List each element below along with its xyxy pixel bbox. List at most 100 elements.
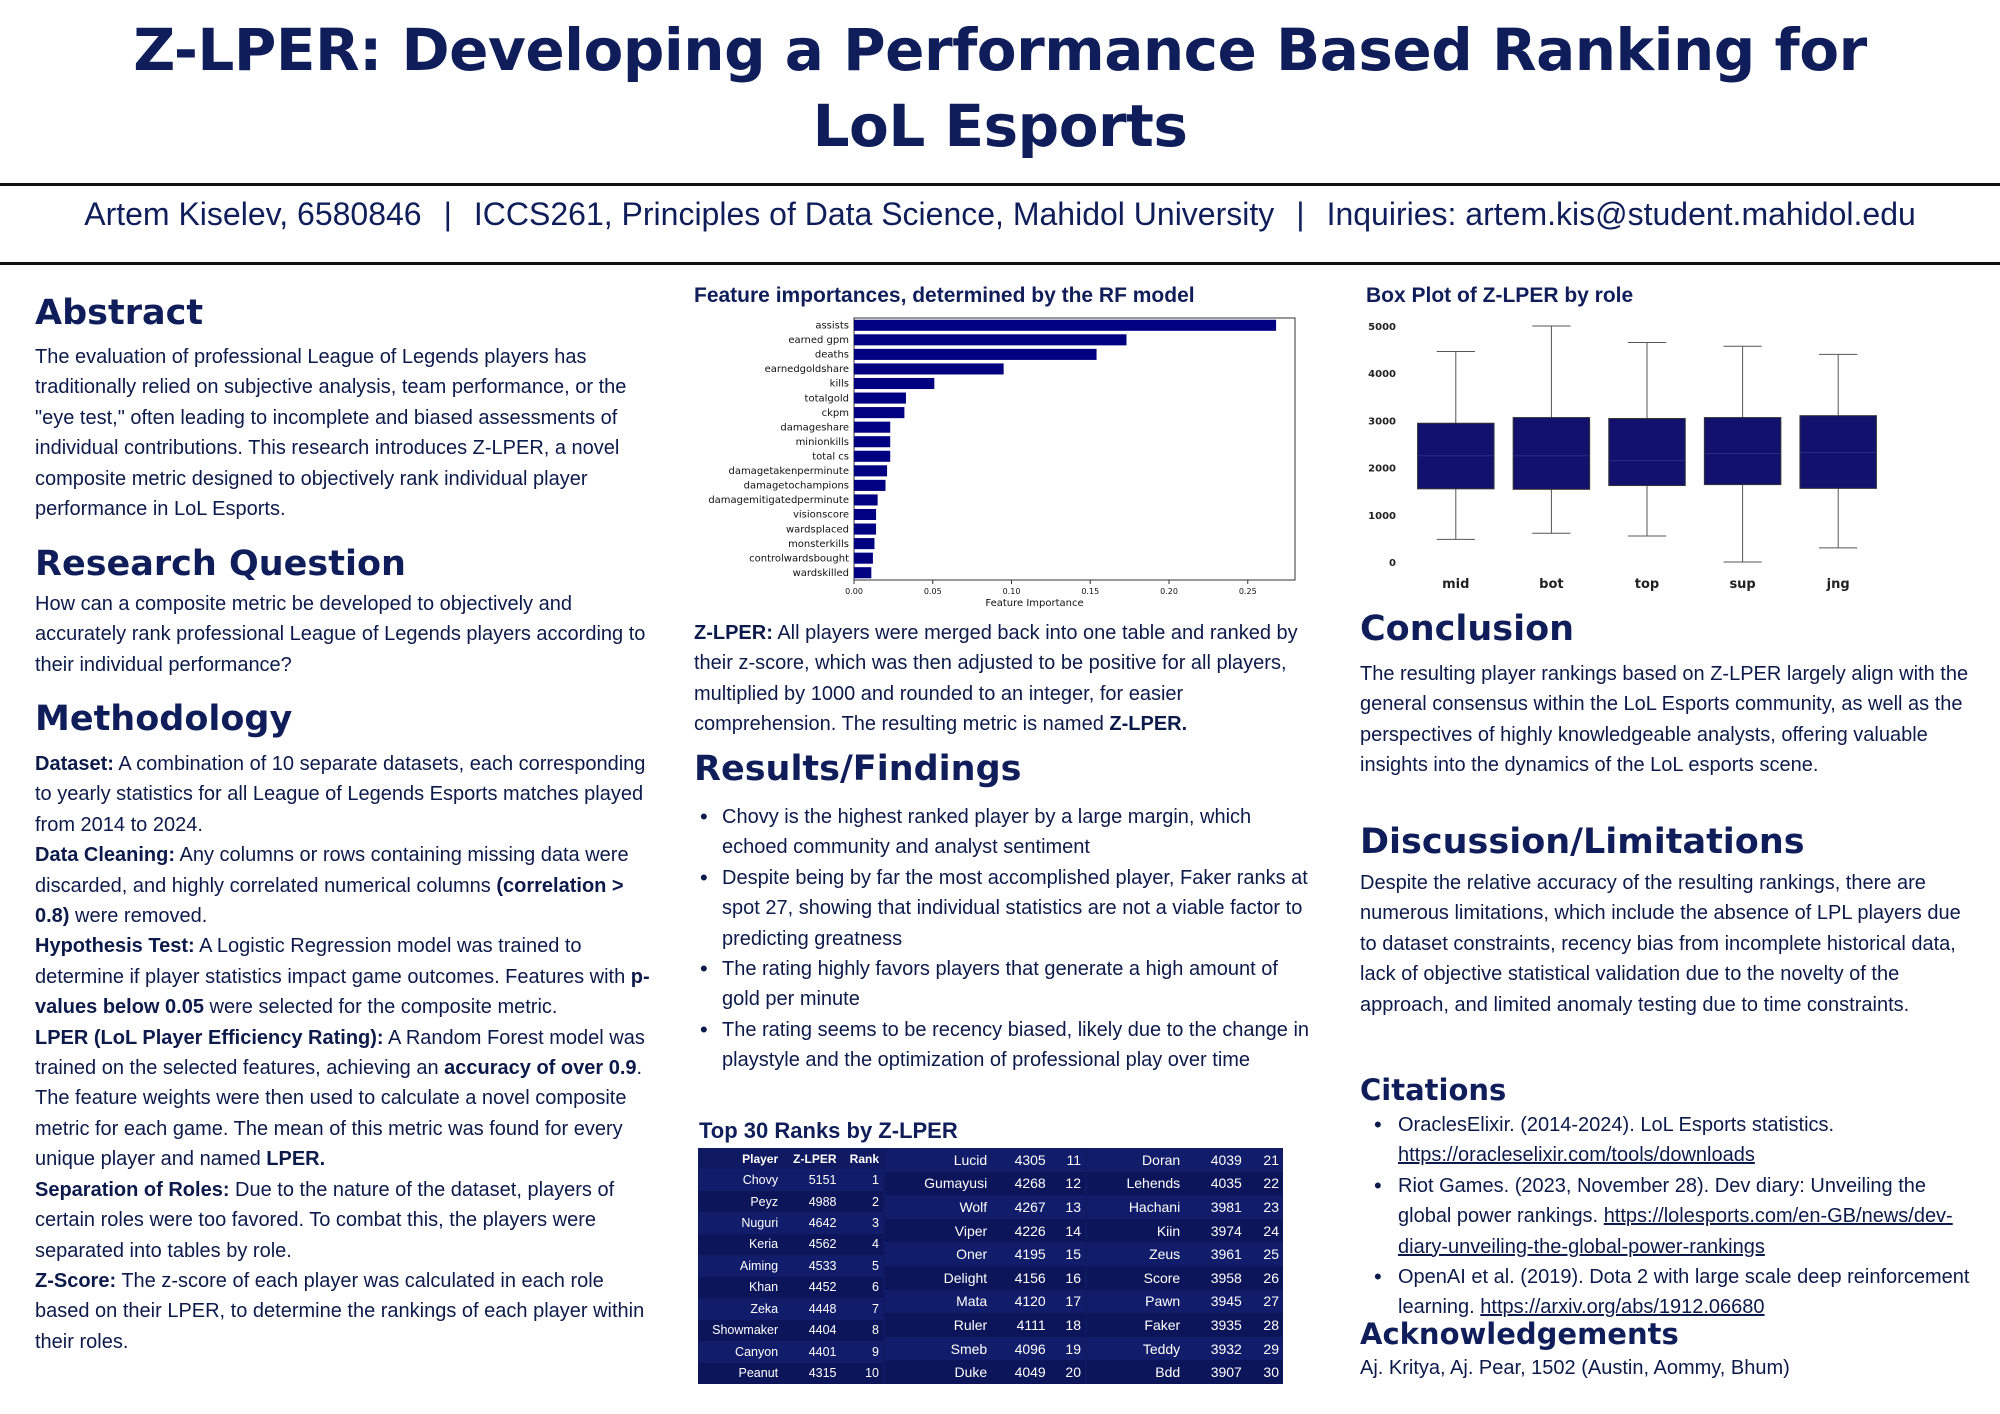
bar bbox=[854, 392, 906, 404]
tick-label: minionkills bbox=[796, 437, 849, 448]
bar bbox=[854, 479, 886, 491]
course-info: ICCS261, Principles of Data Science, Mah… bbox=[473, 196, 1275, 232]
player-cell: Keria bbox=[698, 1233, 783, 1256]
player-cell: Peyz bbox=[698, 1190, 783, 1213]
zlper-cell: 3932 bbox=[1184, 1336, 1246, 1361]
feature-importance-chart: assists earned gpm deaths earnedgoldshare ki… bbox=[708, 317, 1296, 609]
tick-label: earned gpm bbox=[788, 335, 849, 346]
player-cell: Zeka bbox=[698, 1298, 783, 1320]
player-cell: Zeus bbox=[1087, 1242, 1185, 1266]
cleaning-label: Data Cleaning: bbox=[35, 844, 176, 867]
table-row: Peanut 4315 10 bbox=[698, 1362, 883, 1384]
tick-label: 1000 bbox=[1368, 511, 1396, 522]
rank-cell: 18 bbox=[1049, 1313, 1085, 1337]
table-row: Teddy 3932 29 bbox=[1087, 1336, 1283, 1361]
player-cell: Ruler bbox=[885, 1313, 992, 1337]
title-line-2: LoL Esports bbox=[812, 92, 1188, 160]
zlper-cell: 4988 bbox=[782, 1190, 841, 1213]
zlper-body: All players were merged back into one ta… bbox=[694, 622, 1298, 736]
table-row: Score 3958 26 bbox=[1087, 1265, 1283, 1290]
rank-cell: 24 bbox=[1245, 1218, 1283, 1243]
rank-cell: 6 bbox=[840, 1276, 883, 1299]
hypothesis-label: Hypothesis Test: bbox=[35, 935, 195, 958]
tick-label: mid bbox=[1442, 577, 1469, 592]
research-question-text: How can a composite metric be developed … bbox=[35, 593, 646, 676]
tick-label: damagetochampions bbox=[744, 481, 849, 492]
table-row: Zeka 4448 7 bbox=[698, 1298, 883, 1320]
methodology-heading: Methodology bbox=[35, 699, 293, 739]
player-cell: Oner bbox=[885, 1242, 992, 1266]
table-row: Delight 4156 16 bbox=[885, 1265, 1085, 1290]
inquiries: Inquiries: artem.kis@student.mahidol.edu bbox=[1326, 196, 1916, 232]
ranks-table-part-2: Lucid 4305 11 Gumayusi 4268 12 Wolf 4267 13 Viper… bbox=[885, 1148, 1085, 1384]
zlper-cell: 4562 bbox=[782, 1233, 841, 1256]
tick-label: controlwardsbought bbox=[749, 553, 849, 564]
bar bbox=[854, 334, 1127, 346]
zlper-cell: 3958 bbox=[1184, 1265, 1246, 1290]
bar bbox=[854, 436, 891, 448]
separator: | bbox=[443, 196, 452, 232]
result-item: Chovy is the highest ranked player by a … bbox=[694, 802, 1314, 863]
bar bbox=[854, 363, 1004, 375]
player-cell: Chovy bbox=[698, 1169, 783, 1191]
bar bbox=[854, 508, 877, 521]
tick-label: 0.00 bbox=[845, 587, 863, 596]
player-cell: Canyon bbox=[698, 1341, 783, 1363]
x-axis-label: Feature Importance bbox=[985, 598, 1083, 609]
col-header-zlper: Z-LPER bbox=[793, 1151, 837, 1166]
tick-label: sup bbox=[1729, 577, 1755, 592]
player-cell: Hachani bbox=[1087, 1195, 1185, 1219]
zlper-cell: 4448 bbox=[782, 1298, 841, 1320]
player-cell: Viper bbox=[885, 1218, 992, 1243]
player-cell: Nuguri bbox=[698, 1212, 783, 1234]
player-cell: Duke bbox=[885, 1360, 992, 1384]
box-plot-chart: 0 1000 2000 3000 4000 5000 mid bot top sup jng bbox=[1368, 322, 1877, 592]
conclusion-text: The resulting player rankings based on Z… bbox=[1360, 663, 1969, 777]
rank-cell: 11 bbox=[1049, 1148, 1085, 1172]
rank-cell: 19 bbox=[1049, 1336, 1085, 1361]
box bbox=[1608, 418, 1686, 487]
table-row: Kiin 3974 24 bbox=[1087, 1218, 1283, 1243]
lper-bold-2: LPER. bbox=[266, 1148, 326, 1171]
zlper-cell: 3961 bbox=[1184, 1242, 1246, 1266]
player-cell: Lehends bbox=[1087, 1171, 1185, 1196]
zlper-cell: 4049 bbox=[991, 1360, 1050, 1384]
rank-cell: 4 bbox=[840, 1233, 883, 1256]
tick-label: 0.10 bbox=[1003, 587, 1021, 596]
result-item: Despite being by far the most accomplish… bbox=[694, 863, 1314, 954]
tick-label: 2000 bbox=[1368, 464, 1396, 475]
hypothesis-text-end: were selected for the composite metric. bbox=[203, 996, 558, 1019]
zlper-cell: 4226 bbox=[991, 1218, 1050, 1243]
research-question-heading: Research Question bbox=[35, 544, 406, 584]
citation-link[interactable]: https://arxiv.org/abs/1912.06680 bbox=[1480, 1296, 1764, 1318]
top-divider bbox=[0, 183, 2000, 186]
zlper-cell: 4195 bbox=[991, 1242, 1050, 1266]
table-row: Hachani 3981 23 bbox=[1087, 1195, 1283, 1219]
rank-cell: 30 bbox=[1245, 1360, 1283, 1384]
zlper-cell: 4111 bbox=[991, 1313, 1050, 1337]
player-cell: Aiming bbox=[698, 1255, 783, 1277]
zlper-cell: 4315 bbox=[782, 1362, 841, 1384]
zlper-cell: 4404 bbox=[782, 1319, 841, 1342]
table-row: Duke 4049 20 bbox=[885, 1360, 1085, 1384]
player-cell: Showmaker bbox=[698, 1319, 783, 1342]
zlper-label: Z-LPER: bbox=[694, 622, 773, 644]
abstract-text: The evaluation of professional League of… bbox=[35, 346, 627, 521]
poster-title: Z-LPER: Developing a Performance Based R… bbox=[0, 12, 2000, 164]
ranks-body-1: Chovy 5151 1 Peyz 4988 2 Nuguri 4642 3 Keria 4562 4… bbox=[698, 1169, 883, 1384]
zlper-cell: 4120 bbox=[991, 1289, 1050, 1314]
citation-link[interactable]: https://oracleselixir.com/tools/download… bbox=[1398, 1144, 1755, 1166]
author-line: Artem Kiselev, 6580846 | ICCS261, Principl… bbox=[0, 196, 2000, 233]
title-line-1: Z-LPER: Developing a Performance Based R… bbox=[133, 16, 1867, 84]
tick-label: total cs bbox=[812, 451, 849, 462]
tick-label: 0.15 bbox=[1081, 587, 1099, 596]
rank-cell: 13 bbox=[1049, 1195, 1085, 1219]
player-cell: Bdd bbox=[1087, 1360, 1185, 1384]
player-cell: Score bbox=[1087, 1265, 1185, 1290]
citation-text: OraclesElixir. (2014-2024). LoL Esports … bbox=[1398, 1114, 1835, 1136]
rank-cell: 16 bbox=[1049, 1265, 1085, 1290]
discussion-heading: Discussion/Limitations bbox=[1360, 822, 1805, 862]
tick-label: damageshare bbox=[780, 422, 849, 433]
table-row: Peyz 4988 2 bbox=[698, 1190, 883, 1213]
citation-item: OraclesElixir. (2014-2024). LoL Esports … bbox=[1360, 1110, 1975, 1171]
